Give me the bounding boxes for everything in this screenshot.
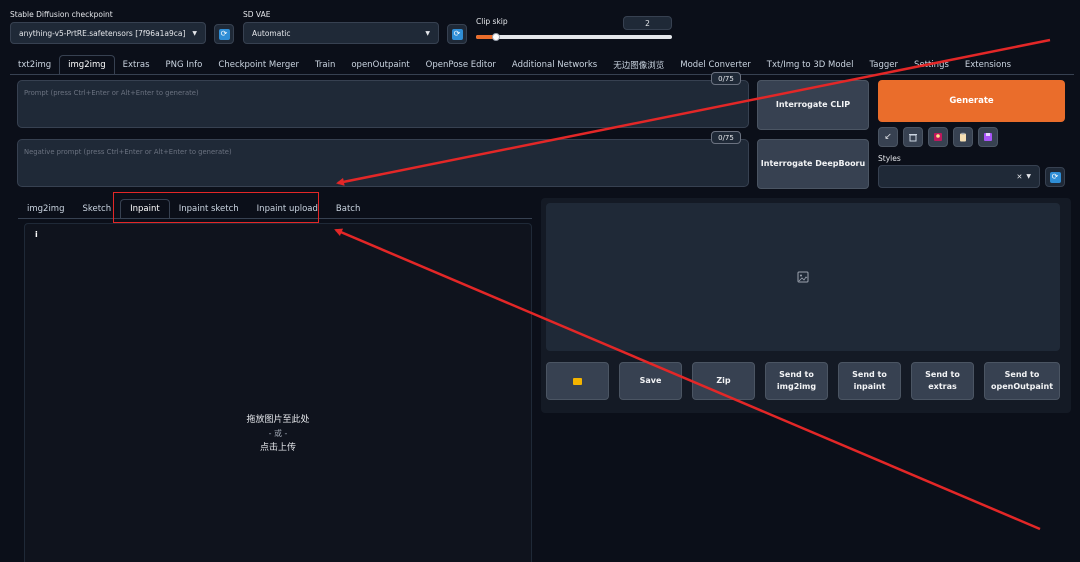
prompt-token-counter: 0/75 <box>711 72 741 85</box>
show-extra-networks-button[interactable] <box>928 127 948 147</box>
vae-label: SD VAE <box>243 10 271 19</box>
tab-png-info[interactable]: PNG Info <box>158 55 211 75</box>
paste-arrow-icon: ↙ <box>884 132 892 142</box>
send-to-img2img-button[interactable]: Send to img2img <box>765 362 828 400</box>
subtab-batch[interactable]: Batch <box>327 199 369 219</box>
send-target: inpaint <box>853 382 886 391</box>
tab-extensions[interactable]: Extensions <box>957 55 1019 75</box>
send-label: Send to <box>779 370 814 379</box>
vae-value: Automatic <box>252 28 291 38</box>
folder-icon <box>573 377 582 385</box>
extra-networks-icon <box>934 133 942 141</box>
save-button[interactable]: Save <box>619 362 682 400</box>
generate-button[interactable]: Generate <box>878 80 1065 122</box>
send-target: img2img <box>776 382 817 391</box>
send-label: Send to <box>852 370 887 379</box>
tab-tagger[interactable]: Tagger <box>862 55 907 75</box>
dropzone-line-1: 拖放图片至此处 <box>246 415 310 425</box>
subtab-sketch[interactable]: Sketch <box>73 199 120 219</box>
prompt-input[interactable]: Prompt (press Ctrl+Enter or Alt+Enter to… <box>17 80 749 128</box>
info-icon: i <box>35 230 38 239</box>
subtab-inpaint[interactable]: Inpaint <box>120 199 170 219</box>
clip-skip-label: Clip skip <box>476 17 508 26</box>
negative-prompt-input[interactable]: Negative prompt (press Ctrl+Enter or Alt… <box>17 139 749 187</box>
img2img-mode-tab-bar: img2img Sketch Inpaint Inpaint sketch Inpain… <box>18 198 369 219</box>
save-style-button[interactable] <box>978 127 998 147</box>
tab-openoutpaint[interactable]: openOutpaint <box>343 55 417 75</box>
send-to-inpaint-button[interactable]: Send to inpaint <box>838 362 901 400</box>
open-folder-button[interactable] <box>546 362 609 400</box>
dropzone-line-2: - 或 - <box>268 429 288 438</box>
interrogate-clip-button[interactable]: Interrogate CLIP <box>757 80 869 130</box>
tab-img2img[interactable]: img2img <box>59 55 115 75</box>
dropzone-line-3: 点击上传 <box>259 443 296 453</box>
send-label: Send to <box>1004 370 1040 379</box>
apply-style-button[interactable] <box>953 127 973 147</box>
send-target: openOutpaint <box>990 382 1054 391</box>
dropzone-text: 拖放图片至此处 - 或 - 点击上传 <box>25 413 531 455</box>
checkpoint-dropdown[interactable]: anything-v5-PrtRE.safetensors [7f96a1a9c… <box>10 22 206 44</box>
styles-label: Styles <box>878 154 901 163</box>
save-style-icon <box>984 133 992 141</box>
chevron-down-icon: ▼ <box>192 29 197 37</box>
tab-additional-networks[interactable]: Additional Networks <box>504 55 605 75</box>
chevron-down-icon: ▼ <box>1026 173 1031 180</box>
tab-extras[interactable]: Extras <box>115 55 158 75</box>
refresh-icon: ⟳ <box>218 28 230 40</box>
chevron-down-icon: ▼ <box>425 29 430 37</box>
clip-skip-slider-thumb[interactable] <box>491 33 500 41</box>
refresh-icon: ⟳ <box>1049 171 1061 183</box>
tab-checkpoint-merger[interactable]: Checkpoint Merger <box>210 55 307 75</box>
subtab-img2img[interactable]: img2img <box>18 199 73 219</box>
paste-arrow-button[interactable]: ↙ <box>878 127 898 147</box>
negative-prompt-token-counter: 0/75 <box>711 131 741 144</box>
styles-dropdown[interactable]: ✕ ▼ <box>878 165 1040 188</box>
refresh-checkpoint-button[interactable]: ⟳ <box>214 24 234 44</box>
send-target: extras <box>928 382 957 391</box>
tab-txt2img[interactable]: txt2img <box>10 55 59 75</box>
checkpoint-label: Stable Diffusion checkpoint <box>10 10 113 19</box>
trash-icon <box>909 134 917 142</box>
tab-openpose-editor[interactable]: OpenPose Editor <box>418 55 504 75</box>
send-to-openoutpaint-button[interactable]: Send to openOutpaint <box>984 362 1060 400</box>
refresh-vae-button[interactable]: ⟳ <box>447 24 467 44</box>
tab-txt-img-to-3d-model[interactable]: Txt/Img to 3D Model <box>759 55 862 75</box>
refresh-icon: ⟳ <box>451 28 463 40</box>
subtab-divider <box>18 218 532 219</box>
clip-skip-slider-track[interactable] <box>476 35 672 39</box>
inpaint-image-dropzone[interactable]: i 拖放图片至此处 - 或 - 点击上传 <box>24 223 532 562</box>
send-label: Send to <box>925 370 960 379</box>
tab-divider <box>10 74 1074 75</box>
tab-train[interactable]: Train <box>307 55 343 75</box>
tab-无边图像浏览[interactable]: 无边图像浏览 <box>605 55 672 75</box>
zip-button[interactable]: Zip <box>692 362 755 400</box>
clear-prompt-button[interactable] <box>903 127 923 147</box>
clipboard-icon <box>960 132 966 142</box>
tab-settings[interactable]: Settings <box>906 55 957 75</box>
send-to-extras-button[interactable]: Send to extras <box>911 362 974 400</box>
main-tab-bar: txt2img img2img Extras PNG Info Checkpoint M… <box>10 55 1019 75</box>
interrogate-deepbooru-button[interactable]: Interrogate DeepBooru <box>757 139 869 189</box>
subtab-inpaint-upload[interactable]: Inpaint upload <box>248 199 327 219</box>
output-gallery[interactable] <box>546 203 1060 351</box>
refresh-styles-button[interactable]: ⟳ <box>1045 167 1065 187</box>
checkpoint-value: anything-v5-PrtRE.safetensors [7f96a1a9c… <box>19 28 186 38</box>
clear-styles-icon[interactable]: ✕ <box>1017 173 1023 181</box>
image-placeholder-icon <box>797 271 809 283</box>
clip-skip-number-input[interactable]: 2 <box>623 16 672 30</box>
subtab-inpaint-sketch[interactable]: Inpaint sketch <box>170 199 248 219</box>
vae-dropdown[interactable]: Automatic ▼ <box>243 22 439 44</box>
